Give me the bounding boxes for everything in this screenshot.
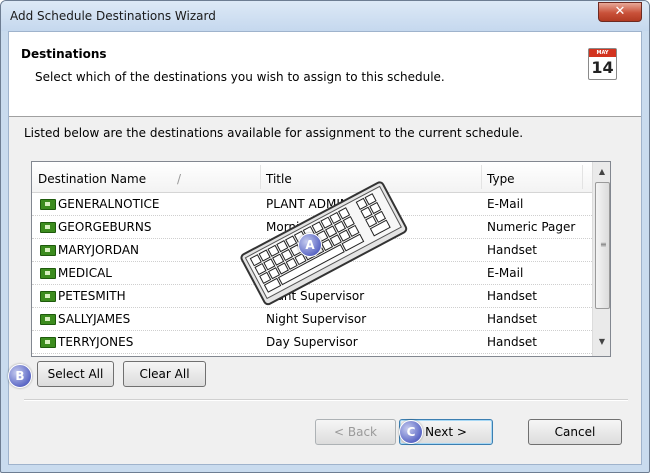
column-destination-name[interactable]: Destination Name <box>38 172 146 186</box>
destination-type: Handset <box>487 312 537 326</box>
page-subtitle: Select which of the destinations you wis… <box>35 70 445 84</box>
callout-a: A <box>298 233 322 257</box>
close-button[interactable]: ✕ <box>598 2 642 22</box>
back-button[interactable]: < Back <box>315 419 396 445</box>
list-description: Listed below are the destinations availa… <box>24 126 524 140</box>
destination-name: SALLYJAMES <box>58 312 131 326</box>
destination-icon <box>40 268 56 279</box>
wizard-header: Destinations Select which of the destina… <box>9 32 641 117</box>
callout-c: C <box>399 420 423 444</box>
destination-name: TERRYJONES <box>58 335 134 349</box>
destination-type: E-Mail <box>487 197 524 211</box>
calendar-day: 14 <box>591 58 614 77</box>
select-all-button[interactable]: Select All <box>37 361 114 387</box>
destination-name: MARYJORDAN <box>58 243 139 257</box>
destination-name: GEORGEBURNS <box>58 220 152 234</box>
page-title: Destinations <box>21 47 107 61</box>
sort-indicator-icon: / <box>177 172 182 186</box>
destination-icon <box>40 291 56 302</box>
cancel-button[interactable]: Cancel <box>528 419 622 445</box>
destination-type: E-Mail <box>487 266 524 280</box>
destination-type: Handset <box>487 289 537 303</box>
destination-type: Handset <box>487 243 537 257</box>
scroll-down-icon[interactable]: ▼ <box>593 334 610 350</box>
table-row[interactable]: TERRYJONES Day Supervisor Handset <box>32 330 592 354</box>
destination-icon <box>40 337 56 348</box>
scroll-up-icon[interactable]: ▲ <box>593 164 610 180</box>
destination-type: Handset <box>487 335 537 349</box>
destination-type: Numeric Pager <box>487 220 576 234</box>
callout-b: B <box>8 364 32 388</box>
wizard-window: Add Schedule Destinations Wizard ✕ Desti… <box>0 0 650 473</box>
calendar-icon: MAY 14 <box>588 48 617 80</box>
destination-title: Night Supervisor <box>266 312 367 326</box>
window-title: Add Schedule Destinations Wizard <box>10 9 216 23</box>
destination-icon <box>40 245 56 256</box>
destination-name: GENERALNOTICE <box>58 197 160 211</box>
destination-icon <box>40 222 56 233</box>
vertical-scrollbar[interactable]: ▲ ≡ ▼ <box>592 162 610 356</box>
title-bar: Add Schedule Destinations Wizard ✕ <box>1 1 649 31</box>
footer-divider <box>24 399 628 401</box>
grip-icon: ≡ <box>600 240 607 249</box>
column-divider[interactable] <box>582 165 583 189</box>
column-divider[interactable] <box>481 165 482 189</box>
column-type[interactable]: Type <box>487 172 515 186</box>
calendar-month: MAY <box>589 49 616 57</box>
destination-icon <box>40 199 56 210</box>
destination-icon <box>40 314 56 325</box>
destination-name: MEDICAL <box>58 266 112 280</box>
clear-all-button[interactable]: Clear All <box>123 361 206 387</box>
destination-title: Day Supervisor <box>266 335 358 349</box>
keyboard-illustration <box>240 181 408 306</box>
destination-name: PETESMITH <box>58 289 126 303</box>
scrollbar-thumb[interactable]: ≡ <box>595 182 610 309</box>
